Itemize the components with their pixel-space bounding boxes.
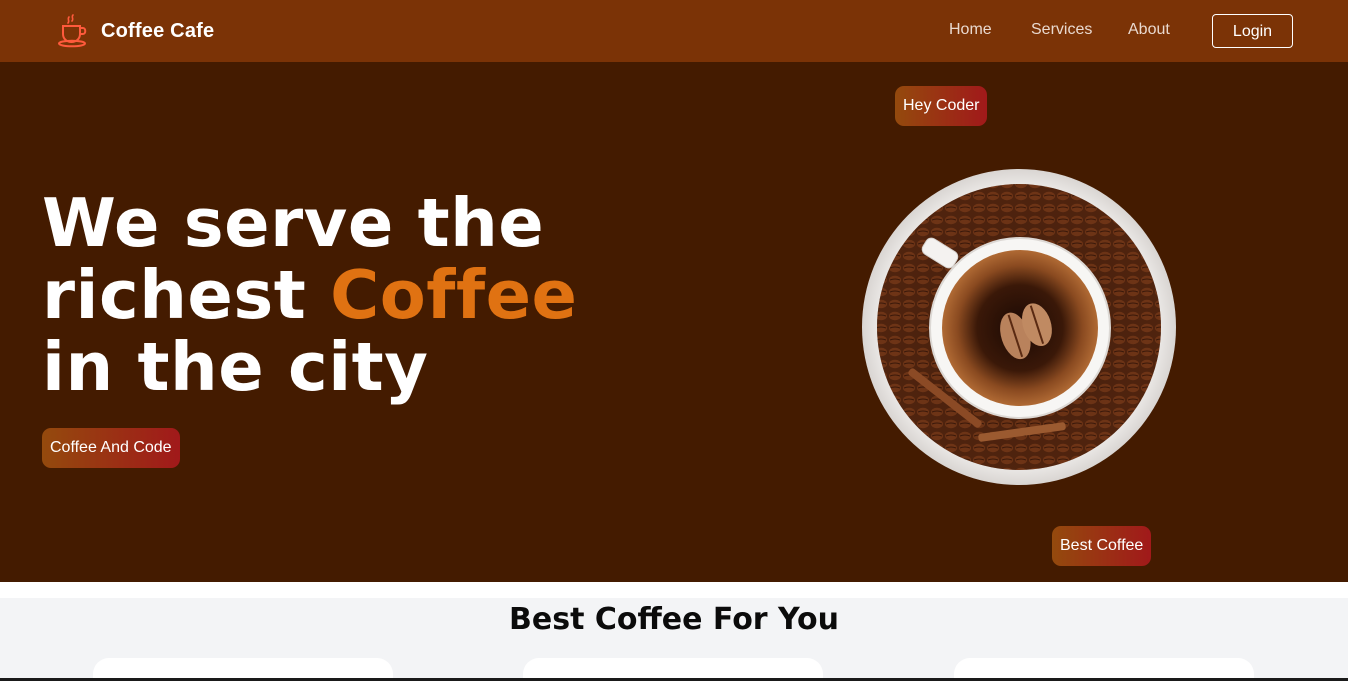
brand[interactable]: Coffee Cafe bbox=[56, 14, 214, 48]
coffee-cup-with-beans-image bbox=[862, 169, 1176, 485]
coffee-cup-icon bbox=[58, 14, 87, 48]
nav-link-services[interactable]: Services bbox=[1031, 21, 1092, 39]
best-coffee-tag: Best Coffee bbox=[1052, 526, 1152, 566]
section-divider bbox=[0, 582, 1348, 598]
hero-title-part2: in the city bbox=[42, 328, 429, 406]
navbar: Coffee Cafe Home Services About Login bbox=[0, 0, 1348, 62]
hero-title: We serve the richest Coffee in the city bbox=[42, 187, 662, 403]
hey-coder-tag: Hey Coder bbox=[895, 86, 988, 126]
best-coffee-section: Best Coffee For You bbox=[0, 598, 1348, 681]
hero-title-accent: Coffee bbox=[330, 256, 578, 334]
brand-name: Coffee Cafe bbox=[101, 19, 215, 42]
section-title: Best Coffee For You bbox=[509, 602, 839, 637]
nav-link-about[interactable]: About bbox=[1128, 21, 1170, 39]
coffee-and-code-tag: Coffee And Code bbox=[42, 428, 180, 468]
nav-link-home[interactable]: Home bbox=[949, 21, 992, 39]
login-button[interactable]: Login bbox=[1212, 14, 1293, 48]
hero-section: We serve the richest Coffee in the city … bbox=[0, 62, 1348, 582]
